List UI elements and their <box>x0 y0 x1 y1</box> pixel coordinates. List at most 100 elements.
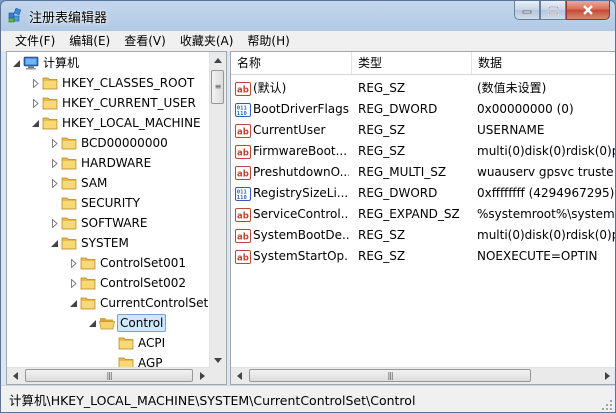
tree-vertical-scrollbar[interactable]: ≡ <box>209 52 226 368</box>
scroll-corner <box>210 368 226 384</box>
tree-node-label: Control <box>117 314 167 332</box>
column-header-data[interactable]: 数据 <box>472 52 615 74</box>
value-name: PreshutdownO... <box>253 165 349 179</box>
tree-hscroll-thumb[interactable]: ||| <box>25 369 193 382</box>
collapse-arrow-icon[interactable] <box>88 319 97 328</box>
tree-node[interactable]: HKEY_CLASSES_ROOT <box>7 73 210 93</box>
minimize-button[interactable] <box>514 1 540 20</box>
collapse-arrow-icon[interactable] <box>69 299 78 308</box>
folder-icon <box>42 116 58 130</box>
list-hscroll-thumb[interactable]: ||| <box>249 369 531 382</box>
svg-text:ab: ab <box>237 128 249 138</box>
tree-node[interactable]: CurrentControlSet <box>7 293 210 313</box>
close-button[interactable] <box>566 1 610 20</box>
expand-arrow-icon[interactable] <box>50 179 59 188</box>
scroll-right-arrow-icon[interactable] <box>194 368 210 384</box>
menu-favorites[interactable]: 收藏夹(A) <box>173 31 241 51</box>
tree-node[interactable]: SOFTWARE <box>7 213 210 233</box>
tree-node[interactable]: ControlSet001 <box>7 253 210 273</box>
value-type: REG_EXPAND_SZ <box>358 207 460 221</box>
expand-arrow-icon[interactable] <box>50 159 59 168</box>
tree-node[interactable]: ControlSet002 <box>7 273 210 293</box>
tree-node[interactable]: HKEY_CURRENT_USER <box>7 93 210 113</box>
value-data: multi(0)disk(0)rdisk(0)p <box>477 144 615 158</box>
key-tree-pane: 计算机 HKEY_CLASSES_ROOT HKEY_CURRENT_USER HKE… <box>6 51 227 385</box>
folder-open-icon <box>99 316 115 330</box>
maximize-button[interactable] <box>540 1 566 20</box>
value-name: FirmwareBoot... <box>253 144 348 158</box>
menu-view[interactable]: 查看(V) <box>117 31 173 51</box>
tree-scroll-thumb[interactable]: ≡ <box>211 70 224 104</box>
menu-help[interactable]: 帮助(H) <box>240 31 296 51</box>
tree-node-label: ControlSet002 <box>100 276 186 290</box>
tree-node[interactable]: SAM <box>7 173 210 193</box>
expand-arrow-icon[interactable] <box>50 219 59 228</box>
tree-node-label: HKEY_CLASSES_ROOT <box>62 76 195 90</box>
list-scroll-right-arrow-icon[interactable] <box>599 368 615 384</box>
menu-edit[interactable]: 编辑(E) <box>62 31 117 51</box>
table-row[interactable]: ab CurrentUser REG_SZ USERNAME <box>231 120 615 141</box>
value-data: 0xffffffff (4294967295) <box>477 186 615 200</box>
scroll-down-arrow-icon[interactable] <box>210 352 226 368</box>
tree-node[interactable]: HKEY_LOCAL_MACHINE <box>7 113 210 133</box>
column-header-name[interactable]: 名称 <box>231 52 352 74</box>
tree-node-label: HKEY_CURRENT_USER <box>62 96 196 110</box>
expand-arrow-icon[interactable] <box>50 139 59 148</box>
menu-file[interactable]: 文件(F) <box>1 31 62 51</box>
tree-node[interactable]: Control <box>7 313 210 333</box>
regedit-app-icon <box>8 7 22 23</box>
tree-node[interactable]: HARDWARE <box>7 153 210 173</box>
tree-node[interactable]: BCD00000000 <box>7 133 210 153</box>
value-type: REG_SZ <box>358 81 406 95</box>
tree-node-label: HKEY_LOCAL_MACHINE <box>62 116 201 130</box>
folder-icon <box>61 176 77 190</box>
tree-node[interactable]: SYSTEM <box>7 233 210 253</box>
binary-value-icon: 011 110 <box>235 102 251 118</box>
collapse-arrow-icon[interactable] <box>31 119 40 128</box>
tree-node[interactable]: ACPI <box>7 333 210 353</box>
status-bar: 计算机\HKEY_LOCAL_MACHINE\SYSTEM\CurrentCon… <box>1 385 615 412</box>
folder-icon <box>61 236 77 250</box>
folder-icon <box>61 196 77 210</box>
table-row[interactable]: ab PreshutdownO... REG_MULTI_SZ wuauserv gp… <box>231 162 615 183</box>
table-row[interactable]: ab ServiceControl... REG_EXPAND_SZ %systemr… <box>231 204 615 225</box>
title-bar[interactable]: 注册表编辑器 <box>1 1 615 30</box>
close-icon <box>583 5 593 15</box>
table-row[interactable]: 011 110 BootDriverFlags REG_DWORD 0x00000000… <box>231 99 615 120</box>
scroll-left-arrow-icon[interactable] <box>7 368 23 384</box>
string-value-icon: ab <box>235 207 251 223</box>
collapse-arrow-icon[interactable] <box>12 59 21 68</box>
expand-arrow-icon[interactable] <box>69 279 78 288</box>
tree-node-label: BCD00000000 <box>81 136 168 150</box>
tree-node-label: SAM <box>81 176 108 190</box>
list-scroll-left-arrow-icon[interactable] <box>231 368 247 384</box>
column-header-type[interactable]: 类型 <box>352 52 472 74</box>
value-name: SystemStartOp... <box>253 249 349 263</box>
expand-arrow-icon[interactable] <box>31 79 40 88</box>
string-value-icon: ab <box>235 165 251 181</box>
table-row[interactable]: ab SystemBootDe... REG_SZ multi(0)disk(0)rd… <box>231 225 615 246</box>
value-type: REG_SZ <box>358 249 406 263</box>
folder-icon <box>42 96 58 110</box>
table-row[interactable]: ab SystemStartOp... REG_SZ NOEXECUTE=OPTIN <box>231 246 615 267</box>
svg-text:ab: ab <box>237 254 249 264</box>
expand-arrow-icon[interactable] <box>31 99 40 108</box>
tree-node[interactable]: AGP <box>7 353 210 368</box>
value-type: REG_MULTI_SZ <box>358 165 447 179</box>
tree-node[interactable]: SECURITY <box>7 193 210 213</box>
table-row[interactable]: 011 110 RegistrySizeLi... REG_DWORD 0xffffff… <box>231 183 615 204</box>
tree-node[interactable]: 计算机 <box>7 53 210 73</box>
value-data: USERNAME <box>477 123 545 137</box>
expand-arrow-icon[interactable] <box>69 259 78 268</box>
value-data: (数值未设置) <box>477 81 547 95</box>
table-row[interactable]: ab (默认) REG_SZ (数值未设置) <box>231 78 615 99</box>
string-value-icon: ab <box>235 249 251 265</box>
string-value-icon: ab <box>235 228 251 244</box>
tree-horizontal-scrollbar[interactable]: ||| <box>7 367 210 384</box>
list-horizontal-scrollbar[interactable]: ||| <box>231 367 615 384</box>
svg-text:110: 110 <box>237 195 248 201</box>
scroll-up-arrow-icon[interactable] <box>210 52 226 68</box>
table-row[interactable]: ab FirmwareBoot... REG_SZ multi(0)disk(0)rd… <box>231 141 615 162</box>
collapse-arrow-icon[interactable] <box>50 239 59 248</box>
resize-grip-icon[interactable] <box>601 399 613 411</box>
